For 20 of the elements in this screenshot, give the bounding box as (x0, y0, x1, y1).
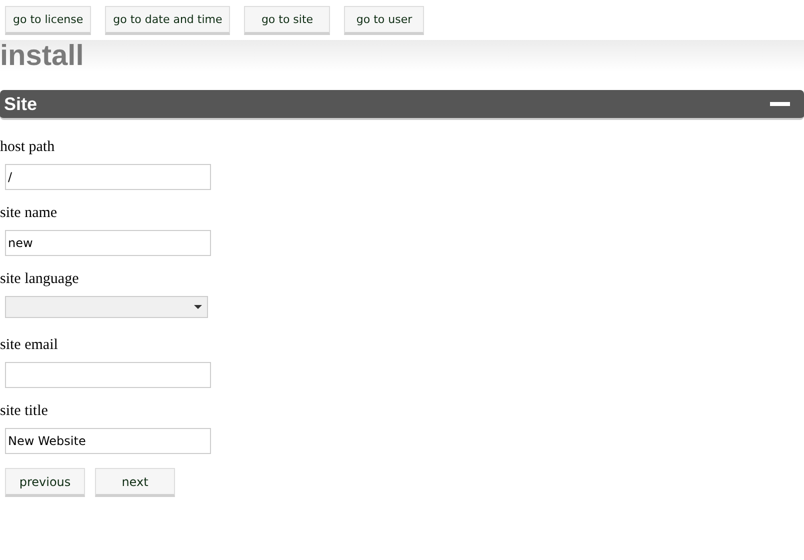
field-label: site title (0, 402, 49, 421)
section-title: Site (4, 94, 38, 114)
wizard-button[interactable]: next (95, 468, 175, 497)
input-field[interactable]: new (5, 230, 211, 256)
input-field[interactable]: New Website (5, 428, 211, 454)
page-title: install (0, 40, 84, 72)
nav-button[interactable]: go to site (244, 6, 330, 35)
dropdown-field[interactable] (5, 296, 208, 318)
collapse-icon[interactable] (770, 101, 790, 107)
nav-button[interactable]: go to user (344, 6, 424, 35)
field-label: site name (0, 204, 58, 223)
input-field[interactable]: / (5, 164, 211, 190)
input-field[interactable] (5, 362, 211, 388)
field-label: site email (0, 336, 59, 355)
nav-button[interactable]: go to license (5, 6, 92, 35)
wizard-button[interactable]: previous (5, 468, 85, 497)
field-label: site language (0, 270, 80, 289)
caret-icon (194, 305, 202, 309)
nav-button[interactable]: go to date and time (105, 6, 230, 35)
field-label: host path (0, 138, 56, 157)
